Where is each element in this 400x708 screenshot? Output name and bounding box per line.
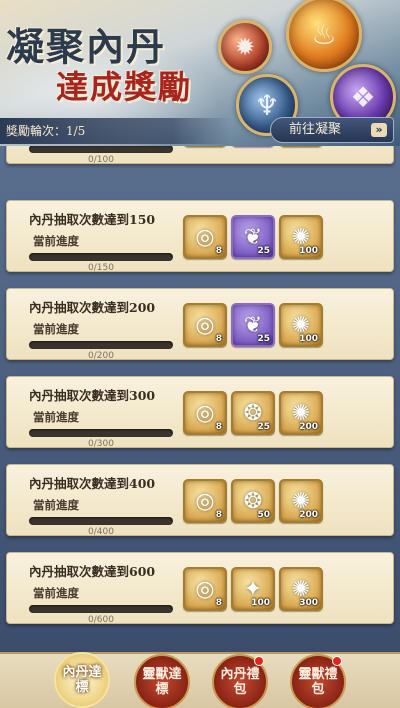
progress-bar [29, 341, 173, 349]
reward-list: ◎ 8 ✦ 100 ✺ 300 [183, 567, 323, 615]
task-title: 內丹抽取次數達到400 [29, 476, 156, 491]
task-card: 內丹抽取次數達到300 當前進度 0/300 ◎ 8 ❂ 25 ✺ 200 [6, 376, 394, 449]
reward-list: ◎ 8 ❂ 50 ✺ 200 [183, 479, 323, 527]
reward-qty: 300 [299, 598, 318, 608]
reward-list: ◎ 8 ❦ 25 ✺ 100 [183, 215, 323, 263]
progress-text: 0/300 [88, 439, 114, 449]
tab-neidan-target[interactable]: 內丹達標 [54, 652, 110, 708]
progress-text: 0/600 [88, 615, 114, 625]
progress-bar [29, 146, 173, 153]
progress-text: 0/100 [88, 155, 114, 165]
reward-slot[interactable]: ✺ 300 [279, 567, 323, 611]
goto-condense-label: 前往凝聚 [289, 122, 342, 137]
tab-label: 靈獸禮包 [298, 667, 338, 697]
task-title: 內丹抽取次數達到200 [29, 300, 156, 315]
progress-text: 0/150 [88, 263, 114, 273]
pouch-icon: ◎ [195, 488, 215, 514]
reward-slot[interactable]: ❂ 50 [231, 479, 275, 523]
reward-slot[interactable]: ◎ [183, 146, 227, 147]
task-list[interactable]: 0/100 ◎ ❦25 ✺80 內丹抽取次數達到150 當前進度 0/150 ◎… [0, 146, 400, 652]
progress-text: 0/200 [88, 351, 114, 361]
reward-qty: 200 [299, 510, 318, 520]
reward-qty: 25 [257, 422, 270, 432]
task-title: 內丹抽取次數達到300 [29, 388, 156, 403]
progress-bar [29, 517, 173, 525]
reward-qty: 100 [299, 246, 318, 256]
reward-slot[interactable]: ✺ 100 [279, 303, 323, 347]
tab-label: 內丹禮包 [220, 667, 260, 697]
pouch-icon: ◎ [195, 312, 215, 338]
tab-spirit-beast-target[interactable]: 靈獸達標 [134, 654, 190, 708]
reward-list: ◎ 8 ❂ 25 ✺ 200 [183, 391, 323, 439]
reward-slot[interactable]: ◎ 8 [183, 215, 227, 259]
progress-bar [29, 429, 173, 437]
reward-slot[interactable]: ✦ 100 [231, 567, 275, 611]
progress-bar [29, 253, 173, 261]
reward-qty: 25 [257, 246, 270, 256]
reward-qty: 100 [251, 598, 270, 608]
task-card: 內丹抽取次數達到600 當前進度 0/600 ◎ 8 ✦ 100 ✺ 300 [6, 552, 394, 625]
reward-slot[interactable]: ❦25 [231, 146, 275, 147]
reward-qty: 100 [299, 334, 318, 344]
reward-qty: 8 [215, 422, 222, 432]
reward-list: ◎ ❦25 ✺80 [183, 146, 323, 151]
task-card: 0/100 ◎ ❦25 ✺80 [6, 146, 394, 165]
flame-orb-icon: ♨ [286, 0, 362, 72]
reward-slot[interactable]: ✺ 100 [279, 215, 323, 259]
reward-round-label: 獎勵輪次：1/5 [0, 118, 230, 144]
fire-orb-icon: ✹ [218, 20, 272, 74]
reward-qty: 50 [257, 510, 270, 520]
reward-qty: 8 [215, 510, 222, 520]
progress-label: 當前進度 [33, 586, 79, 600]
reward-slot[interactable]: ✺80 [279, 146, 323, 147]
reward-qty: 8 [215, 246, 222, 256]
reward-slot[interactable]: ◎ 8 [183, 567, 227, 611]
task-title: 內丹抽取次數達到150 [29, 212, 156, 227]
notification-dot [332, 656, 342, 666]
reward-slot[interactable]: ◎ 8 [183, 479, 227, 523]
progress-text: 0/400 [88, 527, 114, 537]
reward-slot[interactable]: ❦25 [231, 303, 275, 347]
reward-slot[interactable]: ◎ 8 [183, 391, 227, 435]
reward-qty: 8 [215, 598, 222, 608]
goto-condense-button[interactable]: 前往凝聚 » [270, 117, 394, 143]
pouch-icon: ◎ [195, 576, 215, 602]
reward-slot[interactable]: ✺ 200 [279, 391, 323, 435]
task-card: 內丹抽取次數達到150 當前進度 0/150 ◎ 8 ❦ 25 ✺ 100 [6, 200, 394, 273]
reward-qty: 25 [257, 334, 270, 344]
task-title: 內丹抽取次數達到600 [29, 564, 156, 579]
progress-label: 當前進度 [33, 498, 79, 512]
task-card: 內丹抽取次數達到200 當前進度 0/200 ◎ 8 ❦ 25 ✺ 100 [6, 288, 394, 361]
tab-spirit-beast-pack[interactable]: 靈獸禮包 [290, 654, 346, 708]
task-card: 內丹抽取次數達到400 當前進度 0/400 ◎ 8 ❂ 50 ✺ 200 [6, 464, 394, 537]
reward-slot[interactable]: ❦25 [231, 215, 275, 259]
reward-slot[interactable]: ✺ 200 [279, 479, 323, 523]
tab-label: 靈獸達標 [142, 667, 182, 697]
pouch-icon: ◎ [195, 400, 215, 426]
bottom-tab-bar: 內丹達標 靈獸達標 內丹禮包 靈獸禮包 [0, 652, 400, 708]
pouch-icon: ◎ [195, 224, 215, 250]
double-chevron-right-icon: » [371, 123, 387, 137]
tab-label: 內丹達標 [62, 665, 102, 695]
progress-label: 當前進度 [33, 410, 79, 424]
header-banner: 凝聚內丹 達成獎勵 ✹ ♨ ♆ ❖ 獎勵輪次：1/5 前往凝聚 » [0, 0, 400, 146]
progress-bar [29, 605, 173, 613]
reward-qty: 200 [299, 422, 318, 432]
reward-list: ◎ 8 ❦ 25 ✺ 100 [183, 303, 323, 351]
progress-label: 當前進度 [33, 234, 79, 248]
reward-qty: 8 [215, 334, 222, 344]
progress-label: 當前進度 [33, 322, 79, 336]
notification-dot [254, 656, 264, 666]
tab-neidan-pack[interactable]: 內丹禮包 [212, 654, 268, 708]
page-subtitle: 達成獎勵 [56, 68, 193, 106]
reward-slot[interactable]: ◎ 8 [183, 303, 227, 347]
reward-slot[interactable]: ❂ 25 [231, 391, 275, 435]
